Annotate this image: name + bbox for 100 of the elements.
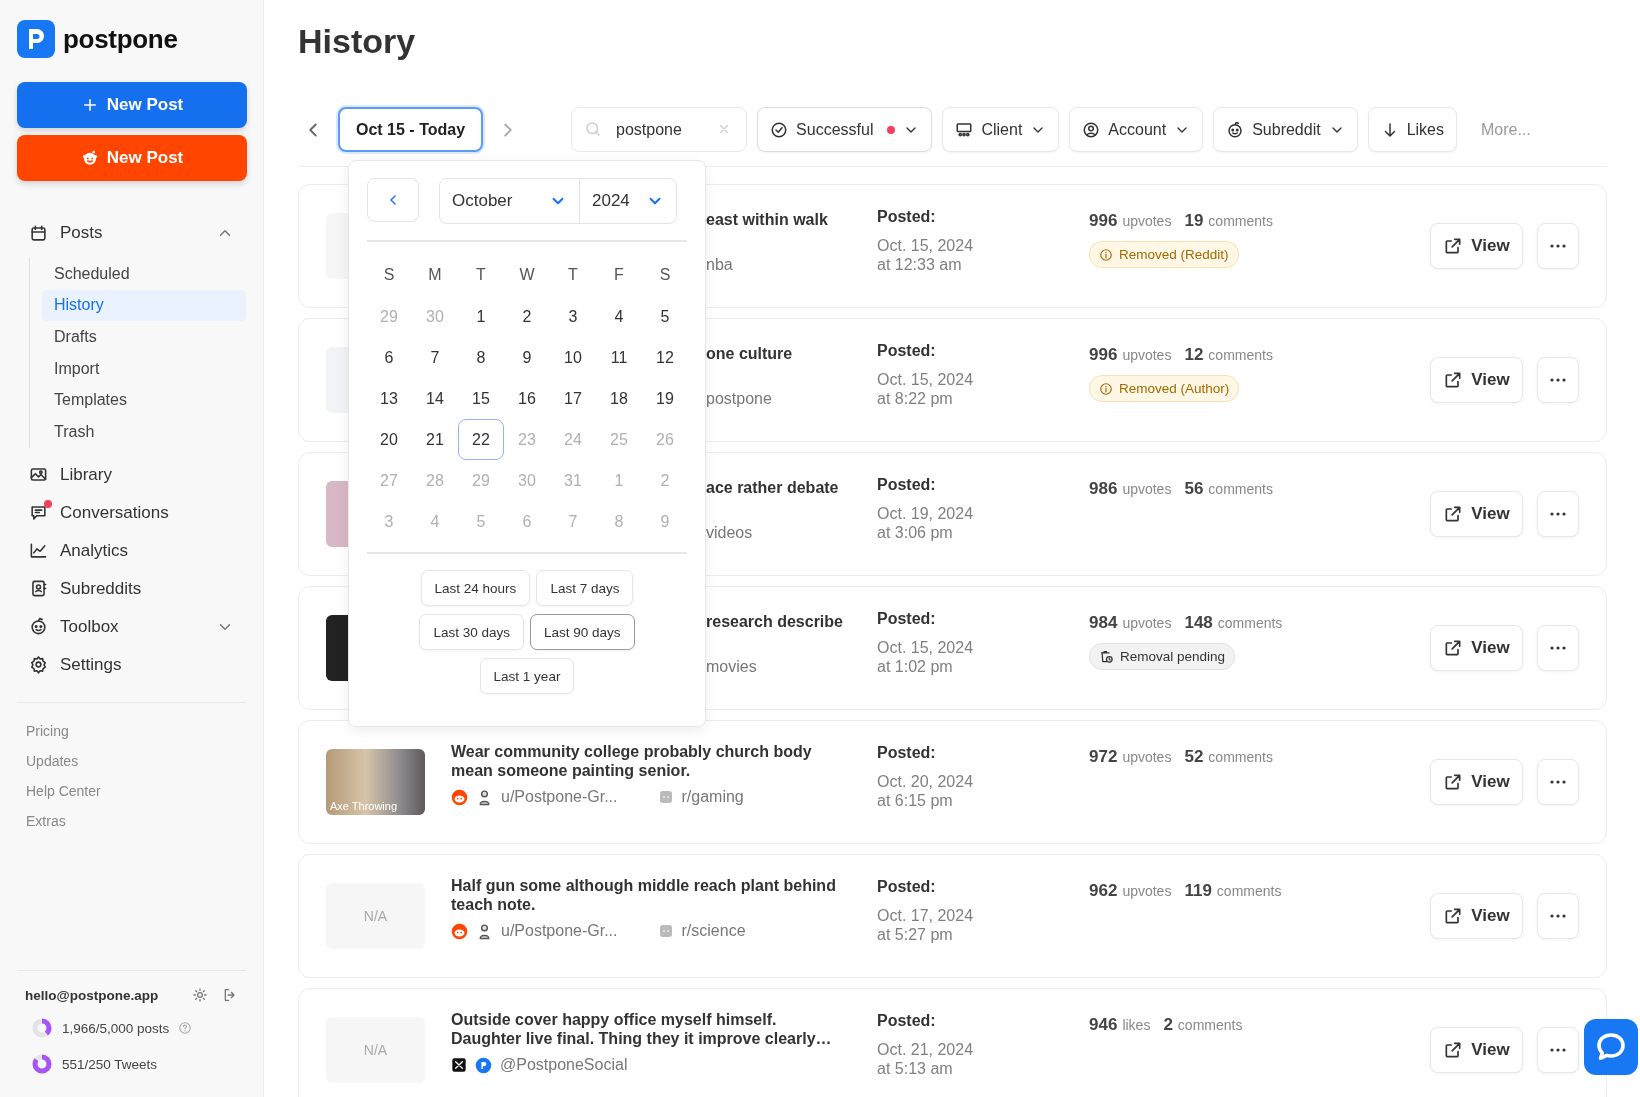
more-options-button[interactable] <box>1537 1027 1579 1073</box>
help-icon[interactable] <box>178 1021 193 1035</box>
calendar-day[interactable]: 21 <box>412 419 458 460</box>
comment-count: 148 <box>1184 613 1213 633</box>
subreddit-name: r/gaming <box>681 788 744 806</box>
range-button[interactable]: Last 1 year <box>479 658 575 694</box>
sidebar-item[interactable]: History <box>42 289 246 322</box>
nav-item[interactable]: Settings <box>17 645 246 684</box>
comment-count: 12 <box>1184 345 1204 365</box>
view-button[interactable]: View <box>1430 223 1523 269</box>
view-button[interactable]: View <box>1430 893 1523 939</box>
score-count: 972 <box>1089 747 1118 767</box>
calendar-day[interactable]: 17 <box>550 378 596 419</box>
chat-button[interactable] <box>1584 1019 1638 1075</box>
calendar-day[interactable]: 19 <box>642 378 688 419</box>
more-options-button[interactable] <box>1537 759 1579 805</box>
comment-label: comments <box>1208 749 1273 765</box>
calendar-day[interactable]: 2 <box>504 296 550 337</box>
filter-button[interactable]: Subreddit <box>1213 107 1358 152</box>
view-button[interactable]: View <box>1430 625 1523 671</box>
account-name: u/Postpone-Gr... <box>501 788 618 806</box>
external-link-icon <box>1443 504 1464 524</box>
weekday-label: W <box>518 265 536 285</box>
status-badge: Removal pending <box>1089 643 1236 670</box>
post-time: at 5:27 pm <box>877 925 954 944</box>
nav-item[interactable]: Analytics <box>17 531 246 570</box>
post-title: Outside cover happy office myself himself. Daughter live final. Thing they it improve clearly… <box>451 1010 833 1048</box>
more-options-button[interactable] <box>1537 893 1579 939</box>
sidebar-item[interactable]: Scheduled <box>42 258 246 290</box>
subreddit-name: movies <box>706 658 757 676</box>
calendar-day[interactable]: 7 <box>412 337 458 378</box>
calendar-day[interactable]: 5 <box>642 296 688 337</box>
calendar-day[interactable]: 3 <box>550 296 596 337</box>
more-options-button[interactable] <box>1537 223 1579 269</box>
more-options-button[interactable] <box>1537 625 1579 671</box>
sidebar-item[interactable]: Import <box>42 352 246 385</box>
calendar-day[interactable]: 16 <box>504 378 550 419</box>
thumbnail-caption: N/A <box>363 1042 388 1058</box>
calendar-day[interactable]: 9 <box>504 337 550 378</box>
calendar-day[interactable]: 10 <box>550 337 596 378</box>
search-icon <box>584 120 603 138</box>
search-field[interactable]: postpone <box>571 107 748 152</box>
range-button[interactable]: Last 24 hours <box>420 570 531 606</box>
new-post-button[interactable]: New Post <box>17 82 247 128</box>
nav-item[interactable]: Conversations <box>17 493 246 532</box>
range-button[interactable]: Last 90 days <box>530 614 635 650</box>
external-link-icon <box>1443 1040 1464 1060</box>
post-date: Oct. 17, 2024 <box>877 906 975 925</box>
range-button[interactable]: Last 7 days <box>536 570 634 606</box>
nav-item[interactable]: Toolbox <box>17 607 246 646</box>
community-icon <box>657 789 674 805</box>
calendar-day[interactable]: 15 <box>458 378 504 419</box>
contact-book-icon <box>29 579 48 599</box>
nav-item[interactable]: Posts <box>17 214 246 252</box>
calendar-day[interactable]: 6 <box>366 337 412 378</box>
nav-item[interactable]: Subreddits <box>17 569 246 608</box>
calendar-day[interactable]: 13 <box>366 378 412 419</box>
calendar-day[interactable]: 8 <box>458 337 504 378</box>
view-button[interactable]: View <box>1430 491 1523 537</box>
view-button[interactable]: View <box>1430 759 1523 805</box>
subreddit-name: r/science <box>681 922 746 940</box>
external-link-icon <box>1443 236 1464 256</box>
calendar-day[interactable]: 20 <box>366 419 412 460</box>
post-date: Oct. 20, 2024 <box>877 772 975 791</box>
filter-button[interactable]: Client <box>942 107 1060 152</box>
sidebar-item[interactable]: Drafts <box>42 321 246 353</box>
date-range-button[interactable]: Oct 15 - Today <box>338 107 484 152</box>
calendar-day[interactable]: 12 <box>642 337 688 378</box>
sun-icon[interactable] <box>192 987 208 1003</box>
status-badge: Removed (Author) <box>1089 375 1240 402</box>
calendar-day[interactable]: 4 <box>596 296 642 337</box>
sidebar-item[interactable]: Trash <box>42 415 246 448</box>
post-title: east within walk <box>706 210 829 230</box>
calendar-day[interactable]: 14 <box>412 378 458 419</box>
x-icon <box>451 1057 467 1073</box>
calendar-day[interactable]: 18 <box>596 378 642 419</box>
view-button[interactable]: View <box>1430 1027 1523 1073</box>
unread-dot <box>44 500 52 509</box>
app-name: postpone <box>63 23 178 55</box>
more-options-button[interactable] <box>1537 491 1579 537</box>
score-label: likes <box>1122 1017 1151 1033</box>
score-label: upvotes <box>1122 347 1172 363</box>
weekday-label: S <box>382 265 396 285</box>
filter-button[interactable]: Successful <box>757 107 933 152</box>
score-count: 984 <box>1089 613 1118 633</box>
calendar-day[interactable]: 1 <box>458 296 504 337</box>
post-date: Oct. 15, 2024 <box>877 638 975 657</box>
filter-button[interactable]: Account <box>1069 107 1204 152</box>
calendar-day[interactable]: 22 <box>458 419 504 460</box>
range-button[interactable]: Last 30 days <box>419 614 524 650</box>
score-count: 996 <box>1089 345 1118 365</box>
previous-month-button[interactable] <box>367 178 419 222</box>
weekday-label: M <box>427 265 443 285</box>
calendar-day[interactable]: 11 <box>596 337 642 378</box>
filter-button[interactable]: Likes <box>1367 107 1457 152</box>
subreddit-name: nba <box>706 256 733 274</box>
nav-item[interactable]: Library <box>17 455 246 494</box>
view-button[interactable]: View <box>1430 357 1523 403</box>
more-options-button[interactable] <box>1537 357 1579 403</box>
sidebar-item[interactable]: Templates <box>42 384 246 416</box>
